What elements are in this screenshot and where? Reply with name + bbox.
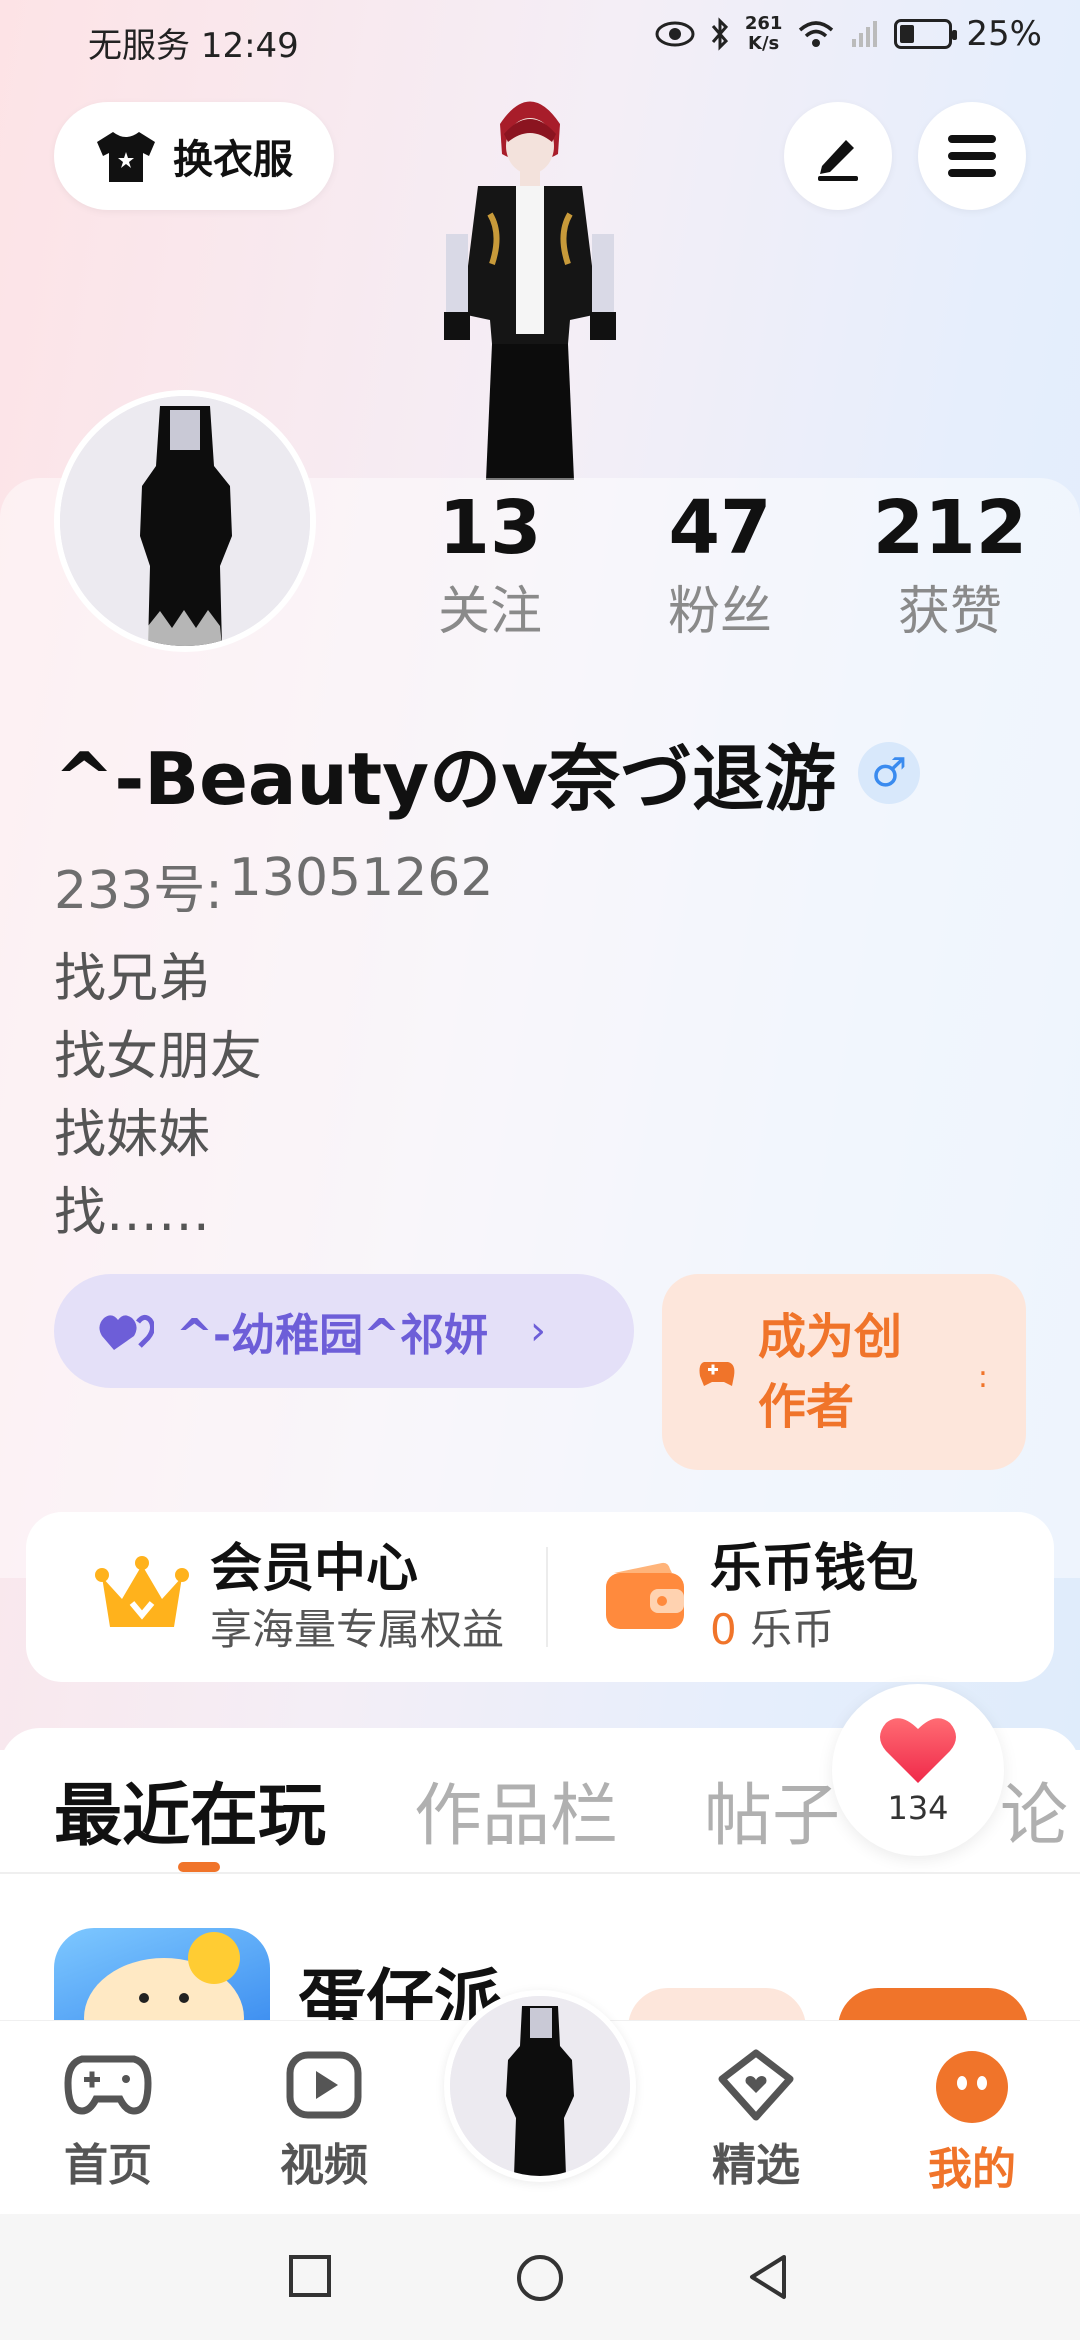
avatar-image: [450, 1996, 630, 2176]
bio-line: 找妹妹: [54, 1105, 211, 1165]
wallet-icon: [606, 1562, 684, 1629]
become-creator-button[interactable]: 成为创作者 :: [662, 1274, 1026, 1470]
wallet-title: 乐币钱包: [710, 1539, 919, 1599]
tab-works[interactable]: 作品栏: [414, 1760, 618, 1859]
menu-button[interactable]: [918, 102, 1026, 210]
following-count: 13: [438, 485, 542, 571]
tab-comments[interactable]: 论: [1000, 1760, 1068, 1859]
tab-posts[interactable]: 帖子: [704, 1760, 840, 1859]
bio-line: 找兄弟: [54, 949, 211, 1009]
following-label: 关注: [437, 582, 542, 642]
face-icon: [936, 2051, 1008, 2123]
likes-count: 212: [872, 485, 1028, 571]
member-center-entry[interactable]: 会员中心 享海量专属权益: [26, 1512, 546, 1682]
nav-home-label: 首页: [64, 2140, 152, 2191]
change-outfit-label: 换衣服: [173, 137, 293, 183]
user-id-label: 233号:: [54, 861, 223, 921]
member-center-subtitle: 享海量专属权益: [210, 1605, 505, 1654]
nav-avatar-button[interactable]: [444, 1990, 636, 2182]
bio-line: 找……: [54, 1183, 211, 1243]
heart-badge-icon: [718, 2049, 794, 2121]
nav-mine-label: 我的: [928, 2144, 1016, 2195]
stat-likes[interactable]: 212 获赞: [860, 480, 1040, 648]
game-icon: [54, 1928, 270, 2028]
guild-button[interactable]: ^-幼稚园^祁妍 ›: [54, 1274, 634, 1388]
nav-video[interactable]: 视频: [244, 2049, 404, 2193]
followers-label: 粉丝: [667, 582, 772, 642]
double-heart-icon: [99, 1314, 154, 1350]
nav-home[interactable]: 首页: [28, 2049, 188, 2193]
user-id[interactable]: 233号: 13051262: [54, 848, 493, 923]
like-button[interactable]: 134: [832, 1684, 1004, 1856]
bio: 找兄弟 找女朋友 找妹妹 找……: [54, 940, 262, 1252]
battery-icon: [894, 19, 958, 49]
tab-indicator: [178, 1862, 220, 1872]
status-bar: 无服务 12:49 261 K/s 25%: [0, 0, 1080, 84]
hamburger-menu-icon: [948, 135, 996, 177]
nav-mine[interactable]: 我的: [892, 2049, 1052, 2197]
play-icon: [286, 2051, 362, 2119]
network-speed: 261 K/s: [744, 13, 783, 54]
become-creator-label: 成为创作者: [758, 1309, 903, 1435]
nickname-row: ^-Beautyのv奈づ退游 ♂: [54, 720, 921, 825]
stat-followers[interactable]: 47 粉丝: [630, 480, 810, 648]
signal-icon: [852, 21, 878, 47]
likes-label: 获赞: [897, 582, 1002, 642]
nav-featured[interactable]: 精选: [676, 2049, 836, 2193]
stat-following[interactable]: 13 关注: [400, 480, 580, 648]
heart-icon: [880, 1718, 956, 1783]
like-count: 134: [887, 1789, 949, 1827]
guild-name: ^-幼稚园^祁妍: [176, 1310, 488, 1361]
eye-icon: [655, 21, 695, 47]
system-navigation-bar: [0, 2214, 1080, 2340]
nav-video-label: 视频: [280, 2140, 368, 2191]
avatar-character-model[interactable]: [420, 84, 640, 480]
pen-icon: [818, 140, 858, 181]
member-wallet-card: 会员中心 享海量专属权益 乐币钱包 0 乐币: [26, 1512, 1054, 1682]
bio-line: 找女朋友: [54, 1027, 263, 1087]
chevron-right-icon: ›: [530, 1308, 546, 1354]
wallet-entry[interactable]: 乐币钱包 0 乐币: [548, 1512, 1054, 1682]
change-outfit-button[interactable]: 换衣服: [54, 102, 334, 210]
battery-percent: 25%: [966, 14, 1042, 54]
carrier-label: 无服务: [88, 26, 190, 66]
bluetooth-icon: [711, 17, 728, 51]
wallet-unit: 乐币: [750, 1605, 835, 1654]
nickname: ^-Beautyのv奈づ退游: [54, 737, 837, 821]
user-id-value: 13051262: [228, 848, 494, 908]
nav-featured-label: 精选: [712, 2140, 800, 2191]
profile-avatar[interactable]: [54, 390, 316, 652]
gamepad-icon: [64, 2055, 152, 2115]
recent-apps-icon[interactable]: [286, 2252, 334, 2300]
crown-icon: [95, 1556, 189, 1627]
clock: 12:49: [200, 26, 299, 66]
more-dots-icon: :: [977, 1360, 988, 1395]
creator-gamepad-icon: [699, 1362, 735, 1386]
tab-divider: [0, 1872, 1080, 1874]
edit-profile-button[interactable]: [784, 102, 892, 210]
wifi-icon: [799, 21, 834, 47]
followers-count: 47: [668, 485, 772, 571]
male-gender-icon: ♂: [858, 741, 921, 804]
avatar-image: [60, 396, 310, 646]
tab-recently-played[interactable]: 最近在玩: [54, 1760, 326, 1859]
tshirt-icon: [97, 132, 155, 182]
wallet-balance: 0: [710, 1605, 737, 1654]
home-circle-icon[interactable]: [514, 2252, 566, 2304]
back-triangle-icon[interactable]: [744, 2252, 792, 2302]
member-center-title: 会员中心: [210, 1539, 419, 1599]
